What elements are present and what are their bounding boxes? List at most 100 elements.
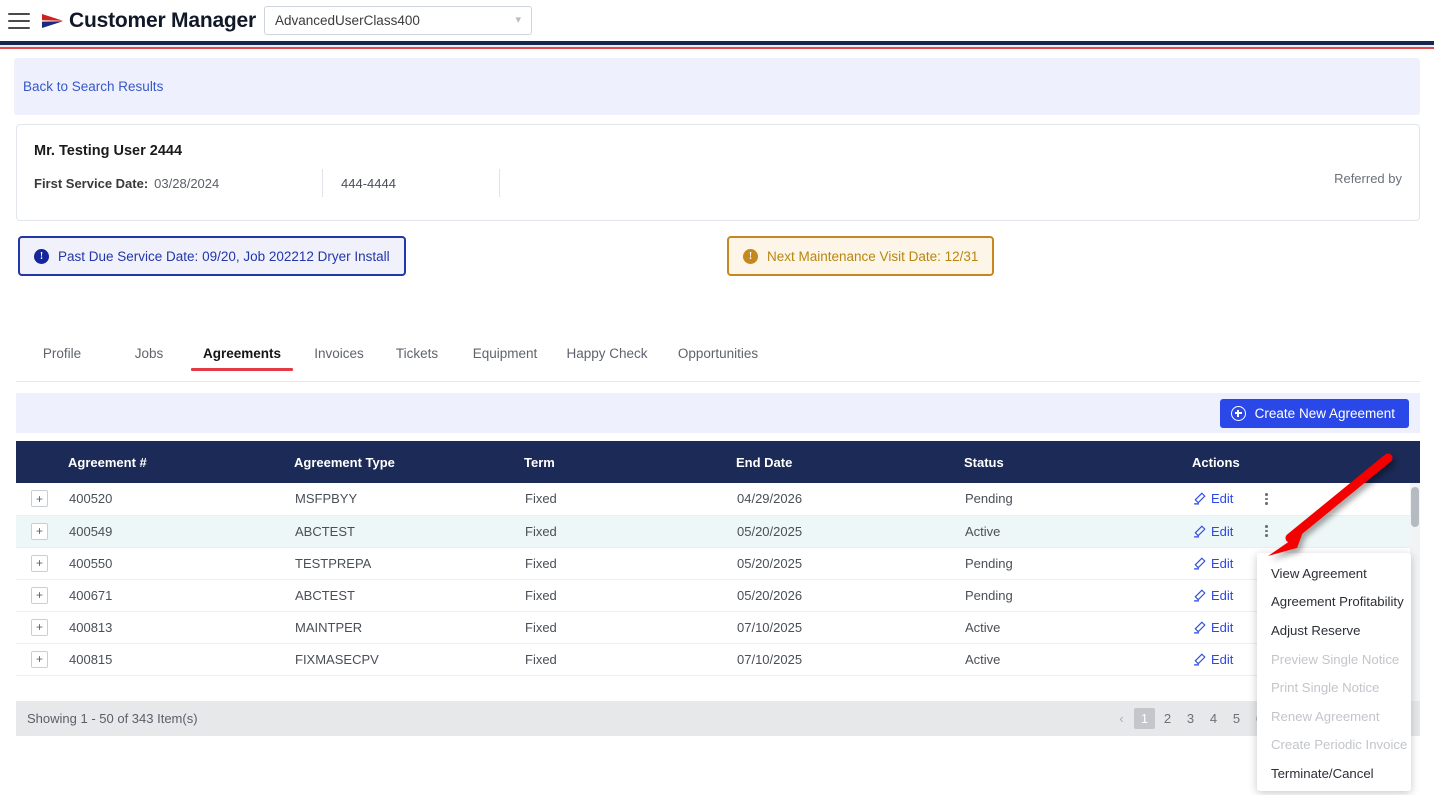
pencil-icon (1194, 588, 1206, 602)
column-label: Actions (1192, 454, 1240, 470)
edit-label: Edit (1211, 523, 1234, 539)
tabs-underline (16, 381, 1420, 382)
cell-end-date: 07/10/2025 (736, 643, 964, 676)
create-new-agreement-button[interactable]: Create New Agreement (1219, 398, 1409, 428)
cell-agreement-number: 400520 (64, 483, 294, 516)
hamburger-icon[interactable] (8, 12, 30, 29)
tab-tickets[interactable]: Tickets (384, 344, 450, 371)
row-expander-cell: + (16, 643, 64, 676)
edit-button[interactable]: Edit (1193, 620, 1233, 635)
cell-actions: Edit (1192, 515, 1420, 548)
cell-end-date: 05/20/2026 (736, 579, 964, 612)
tab-label: Agreements (202, 346, 282, 361)
first-service-date-label: First Service Date: (34, 175, 149, 191)
table-header: Agreement # Agreement Type Term End Date… (16, 441, 1420, 483)
cell-status: Pending (964, 483, 1192, 516)
row-expander-cell: + (16, 579, 64, 612)
vertical-dots-icon[interactable] (1261, 491, 1272, 507)
table-header-status[interactable]: Status (964, 441, 1192, 483)
tab-label: Opportunities (677, 346, 759, 361)
column-label: Agreement Type (294, 454, 395, 470)
plus-expand-icon[interactable]: + (31, 522, 48, 540)
edit-button[interactable]: Edit (1193, 524, 1233, 539)
menu-item-preview-single-notice: Preview Single Notice (1271, 651, 1400, 667)
plus-expand-icon[interactable]: + (31, 618, 48, 636)
tab-happy-check[interactable]: Happy Check (560, 344, 654, 371)
table-header-agreement-type[interactable]: Agreement Type (294, 441, 524, 483)
back-to-search-results-link[interactable]: Back to Search Results (23, 79, 163, 94)
table-header-agreement-number[interactable]: Agreement # (64, 441, 294, 483)
edit-label: Edit (1211, 491, 1234, 507)
divider (499, 169, 500, 197)
pagination: ‹ 1 2 3 4 5 6 (1111, 701, 1270, 736)
cell-agreement-type: MSFPBYY (294, 483, 524, 516)
agreement-actions-menu: View Agreement Agreement Profitability A… (1257, 553, 1411, 791)
page-1-button[interactable]: 1 (1134, 708, 1155, 729)
chevron-down-icon: ▾ (515, 14, 522, 26)
cell-status: Active (964, 611, 1192, 644)
header-rule-red (0, 47, 1434, 49)
create-new-agreement-label: Create New Agreement (1254, 405, 1395, 421)
table-row[interactable]: + 400549 ABCTEST Fixed 05/20/2025 Active… (16, 515, 1420, 548)
past-due-service-alert[interactable]: ! Past Due Service Date: 09/20, Job 2022… (18, 236, 406, 276)
cell-end-date: 05/20/2025 (736, 547, 964, 580)
edit-button[interactable]: Edit (1193, 491, 1233, 506)
tab-agreements[interactable]: Agreements (191, 344, 293, 371)
tab-equipment[interactable]: Equipment (462, 344, 548, 371)
tab-profile[interactable]: Profile (29, 344, 95, 371)
table-row[interactable]: + 400671 ABCTEST Fixed 05/20/2026 Pendin… (16, 579, 1420, 612)
first-service-date-value: 03/28/2024 (154, 175, 220, 191)
table-row[interactable]: + 400550 TESTPREPA Fixed 05/20/2025 Pend… (16, 547, 1420, 580)
user-class-select[interactable]: AdvancedUserClass400 ▾ (264, 6, 533, 35)
table-row[interactable]: + 400815 FIXMASECPV Fixed 07/10/2025 Act… (16, 643, 1420, 676)
menu-item-agreement-profitability[interactable]: Agreement Profitability (1257, 588, 1411, 617)
plus-expand-icon[interactable]: + (31, 554, 48, 572)
cell-status: Pending (964, 579, 1192, 612)
table-scrollbar-thumb[interactable] (1411, 487, 1419, 527)
cell-agreement-number: 400671 (64, 579, 294, 612)
vertical-dots-icon[interactable] (1261, 523, 1272, 539)
next-maintenance-alert[interactable]: ! Next Maintenance Visit Date: 12/31 (727, 236, 995, 276)
table-row[interactable]: + 400520 MSFPBYY Fixed 04/29/2026 Pendin… (16, 483, 1420, 516)
page-4-button[interactable]: 4 (1203, 708, 1224, 729)
pencil-icon (1194, 524, 1206, 538)
referred-by-label: Referred by (1334, 171, 1402, 186)
column-label: Agreement # (68, 454, 147, 470)
table-row[interactable]: + 400813 MAINTPER Fixed 07/10/2025 Activ… (16, 611, 1420, 644)
cell-end-date: 05/20/2025 (736, 515, 964, 548)
table-header-actions: Actions (1192, 441, 1420, 483)
edit-button[interactable]: Edit (1193, 556, 1233, 571)
menu-item-adjust-reserve[interactable]: Adjust Reserve (1257, 616, 1411, 645)
tab-jobs[interactable]: Jobs (116, 344, 182, 371)
plus-expand-icon[interactable]: + (31, 586, 48, 604)
page-3-button[interactable]: 3 (1180, 708, 1201, 729)
page-2-button[interactable]: 2 (1157, 708, 1178, 729)
table-header-term[interactable]: Term (524, 441, 736, 483)
cell-agreement-type: ABCTEST (294, 515, 524, 548)
column-label: Term (524, 454, 555, 470)
plus-expand-icon[interactable]: + (31, 490, 48, 508)
tab-invoices[interactable]: Invoices (306, 344, 372, 371)
row-expander-cell: + (16, 547, 64, 580)
cell-actions: Edit (1192, 483, 1420, 516)
plus-expand-icon[interactable]: + (31, 650, 48, 668)
chevron-left-icon[interactable]: ‹ (1111, 708, 1132, 729)
exclamation-circle-icon: ! (743, 248, 758, 264)
menu-item-terminate-cancel[interactable]: Terminate/Cancel (1257, 759, 1411, 788)
table-header-end-date[interactable]: End Date (736, 441, 964, 483)
cell-agreement-type: TESTPREPA (294, 547, 524, 580)
tab-label: Jobs (134, 346, 164, 361)
edit-button[interactable]: Edit (1193, 588, 1233, 603)
menu-item-view-agreement[interactable]: View Agreement (1257, 559, 1411, 588)
row-expander-cell: + (16, 611, 64, 644)
edit-label: Edit (1211, 619, 1234, 635)
back-bar: Back to Search Results (14, 58, 1420, 115)
customer-summary-card: Mr. Testing User 2444 First Service Date… (16, 124, 1420, 221)
page-title: Customer Manager (69, 8, 257, 32)
cell-term: Fixed (524, 547, 736, 580)
tab-label: Happy Check (566, 346, 648, 361)
tab-opportunities[interactable]: Opportunities (666, 344, 770, 371)
cell-agreement-number: 400813 (64, 611, 294, 644)
edit-button[interactable]: Edit (1193, 652, 1233, 667)
page-5-button[interactable]: 5 (1226, 708, 1247, 729)
